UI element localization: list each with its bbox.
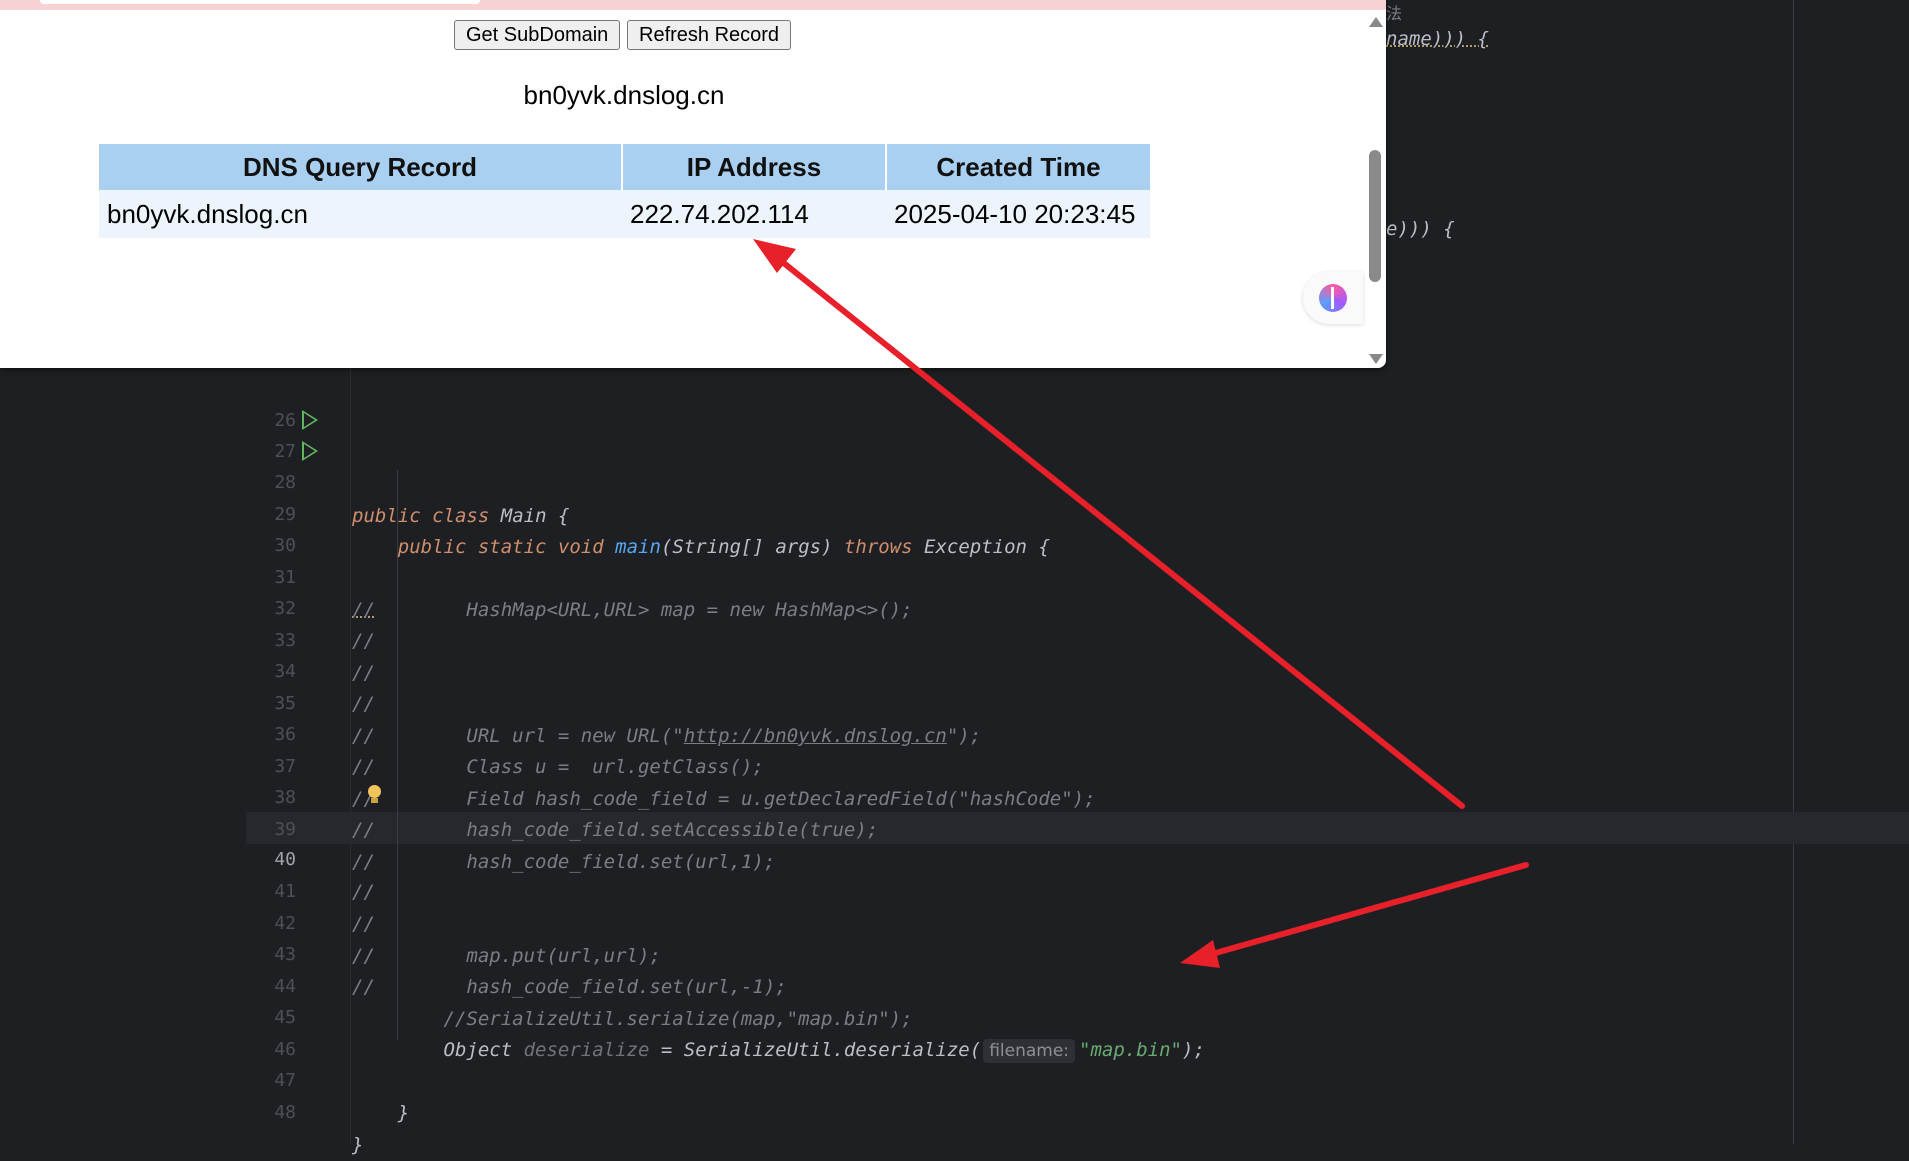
code-line-41[interactable]: 41 //: [246, 844, 1909, 935]
code-line-37[interactable]: 37 // Field hash_code_field = u.getDecla…: [246, 719, 1909, 810]
code-line-33[interactable]: 33 //: [246, 593, 1909, 684]
code-fragment-1: name))) {: [1386, 28, 1489, 50]
code-line-47[interactable]: 47 }: [246, 1033, 1909, 1124]
line-number: 48: [274, 1102, 296, 1123]
dns-record-table: DNS Query Record IP Address Created Time…: [99, 144, 1150, 238]
refresh-record-button[interactable]: Refresh Record: [627, 20, 792, 50]
column-header-dns-record: DNS Query Record: [99, 144, 623, 190]
code-line-46[interactable]: 46: [246, 1002, 1909, 1060]
table-header-row: DNS Query Record IP Address Created Time: [99, 144, 1150, 190]
address-bar[interactable]: [40, 0, 480, 4]
code-line-42[interactable]: 42 // map.put(url,url);: [246, 876, 1909, 967]
column-header-ip-address: IP Address: [622, 144, 887, 190]
code-line-43[interactable]: 43 // hash_code_field.set(url,-1);: [246, 907, 1909, 998]
code-line-48[interactable]: 48 }: [246, 1065, 1909, 1156]
code-line-29[interactable]: 29: [246, 467, 1909, 525]
code-line-34[interactable]: 34 //: [246, 624, 1909, 715]
closing-brace: }: [397, 1102, 410, 1124]
code-line-31[interactable]: 31 // HashMap<URL,URL> map = new HashMap…: [246, 530, 1909, 621]
code-line-36[interactable]: 36 // Class u = url.getClass();: [246, 687, 1909, 778]
closing-brace: }: [352, 1134, 364, 1156]
brain-icon: [1319, 284, 1347, 312]
scrollbar-thumb[interactable]: [1369, 150, 1381, 282]
ai-assistant-button[interactable]: [1303, 272, 1363, 324]
code-line-30[interactable]: 30: [246, 498, 1909, 556]
run-icon[interactable]: [302, 410, 318, 430]
code-line-35[interactable]: 35 // URL url = new URL("http://bn0yvk.d…: [246, 656, 1909, 747]
code-line-28[interactable]: 28 public static void main(String[] args…: [246, 435, 1909, 558]
cell-ip-address: 222.74.202.114: [622, 190, 886, 238]
scroll-up-icon[interactable]: [1369, 17, 1383, 27]
lightbulb-icon[interactable]: [368, 785, 381, 803]
column-header-created-time: Created Time: [886, 144, 1150, 190]
browser-window: Get SubDomain Refresh Record bn0yvk.dnsl…: [0, 0, 1386, 368]
code-line-26[interactable]: 26: [246, 373, 1909, 431]
scrollbar[interactable]: [1366, 12, 1384, 366]
code-fragment-cjk: 法: [1386, 4, 1403, 23]
code-line-45[interactable]: 45 Object deserialize = SerializeUtil.de…: [246, 970, 1909, 1063]
table-row: bn0yvk.dnslog.cn 222.74.202.114 2025-04-…: [99, 190, 1150, 238]
code-line-27[interactable]: 27 public class Main {: [246, 404, 1909, 527]
run-icon[interactable]: [302, 441, 318, 461]
get-subdomain-button[interactable]: Get SubDomain: [454, 20, 621, 50]
browser-topbar: [0, 0, 1386, 10]
scroll-down-icon[interactable]: [1369, 354, 1383, 364]
subdomain-text: bn0yvk.dnslog.cn: [523, 80, 725, 110]
code-line-38[interactable]: 38 // hash_code_field.setAccessible(true…: [246, 750, 1909, 841]
code-line-32[interactable]: 32 //: [246, 561, 1909, 652]
code-line-40[interactable]: 40 //: [246, 812, 1909, 903]
code-fragment-2: e))) {: [1386, 218, 1455, 240]
cell-dns-record: bn0yvk.dnslog.cn: [99, 190, 622, 238]
code-line-44[interactable]: 44 //SerializeUtil.serialize(map,"map.bi…: [246, 939, 1909, 1030]
cell-created-time: 2025-04-10 20:23:45: [886, 190, 1150, 238]
code-line-39[interactable]: 39 // hash_code_field.set(url,1);: [246, 782, 1909, 873]
